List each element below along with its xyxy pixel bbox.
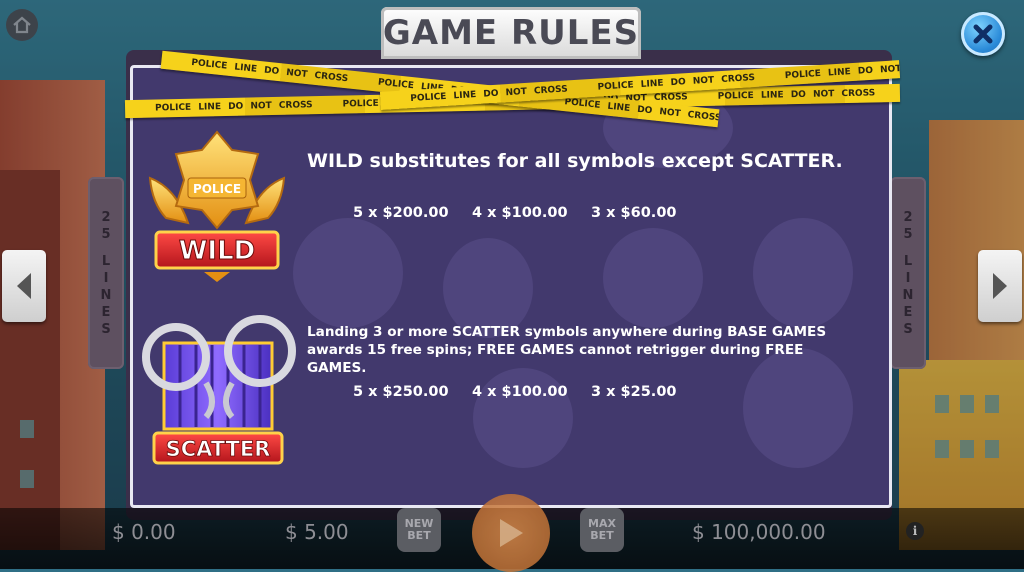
spin-button[interactable] [472,494,550,572]
home-icon [13,16,31,34]
background-symbol [293,218,403,328]
wild-payout-3: 3 x $60.00 [591,205,677,221]
bet-display: $ 5.00 [285,520,349,544]
wild-payout-4: 4 x $100.00 [472,205,568,221]
info-icon: i [912,524,918,538]
scatter-label: SCATTER [166,437,271,461]
background-symbol [603,228,703,328]
close-button[interactable] [961,12,1005,56]
arrow-left-icon [17,273,31,299]
new-bet-button[interactable]: NEW BET [397,508,441,552]
win-display: $ 100,000.00 [692,520,826,544]
next-page-button[interactable] [978,250,1022,322]
new-bet-label-2: BET [407,529,431,542]
info-button[interactable]: i [906,522,924,540]
arrow-right-icon [993,273,1007,299]
previous-page-button[interactable] [2,250,46,322]
scatter-symbol: SCATTER [142,315,296,465]
scatter-payout-4: 4 x $100.00 [472,384,568,400]
wild-label: WILD [179,236,256,266]
lines-indicator-right: 25 LI NE S [890,177,926,369]
max-bet-label-2: BET [590,529,614,542]
page-title: GAME RULES [382,13,640,53]
wild-symbol: POLICE WILD [148,130,286,282]
scatter-payout-5: 5 x $250.00 [353,384,449,400]
wild-payout-5: 5 x $200.00 [353,205,449,221]
background-symbol [753,218,853,328]
wild-description: WILD substitutes for all symbols except … [307,150,843,172]
play-icon [500,519,523,547]
balance-display: $ 0.00 [112,520,176,544]
lines-indicator-left: 25 LI NE S [88,177,124,369]
close-icon [973,24,993,44]
background-symbol [473,368,573,468]
scatter-payout-3: 3 x $25.00 [591,384,677,400]
badge-top-text: POLICE [193,182,241,196]
title-tab: GAME RULES [381,7,641,59]
home-button[interactable] [6,9,38,41]
max-bet-button[interactable]: MAX BET [580,508,624,552]
scatter-description: Landing 3 or more SCATTER symbols anywhe… [307,324,827,376]
